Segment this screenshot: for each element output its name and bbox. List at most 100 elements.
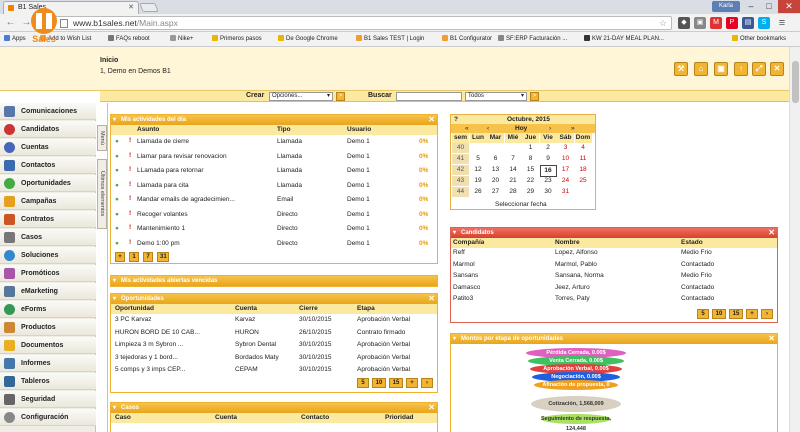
select-date-link[interactable]: Seleccionar fecha	[495, 200, 547, 209]
candidate-company[interactable]: Patito3	[453, 294, 473, 304]
sidebar-item-contratos[interactable]: Contratos	[0, 211, 96, 228]
candidate-company[interactable]: Reff	[453, 248, 465, 258]
page-size-5-button[interactable]: 5	[697, 309, 709, 319]
activity-subject[interactable]: Llamada para cita	[137, 181, 189, 191]
maximize-icon[interactable]: □	[760, 0, 778, 13]
page-size-10-button[interactable]: 10	[712, 309, 726, 319]
activity-subject[interactable]: Demo 1:00 pm	[137, 239, 180, 249]
tab-recent-items[interactable]: Últimos elementos	[97, 159, 107, 229]
prev-month-button[interactable]: ‹	[487, 124, 489, 133]
calendar-day[interactable]: 15	[522, 165, 539, 175]
lock-icon[interactable]: ▣	[714, 62, 728, 76]
opportunities-panel-header[interactable]: Oportunidades✕	[111, 294, 437, 304]
opportunity-row[interactable]: 5 comps y 3 imps CEP... CEPAM 30/10/2015 Ap…	[111, 364, 437, 376]
candidates-panel-header[interactable]: Candidatos✕	[451, 228, 777, 238]
calendar-day[interactable]: 9	[540, 154, 557, 164]
calendar-day[interactable]: 30	[540, 187, 557, 197]
view-day-button[interactable]: 1	[129, 252, 139, 262]
sidebar-item-productos[interactable]: Productos	[0, 319, 96, 336]
calendar-day[interactable]: 26	[470, 187, 487, 197]
calendar-day[interactable]: 27	[487, 187, 504, 197]
sidebar-item-informes[interactable]: Informes	[0, 355, 96, 372]
tab-menu[interactable]: Menú	[97, 125, 107, 151]
home-icon[interactable]: ⌂	[694, 62, 708, 76]
opportunity-name[interactable]: 3 tejedoras y 1 bord...	[115, 353, 178, 363]
other-bookmarks[interactable]: Other bookmarks	[732, 32, 786, 46]
sidebar-item-cuentas[interactable]: Cuentas	[0, 139, 96, 156]
profile-badge[interactable]: Karla	[712, 1, 740, 12]
next-month-button[interactable]: ›	[549, 124, 551, 133]
activities-panel-header[interactable]: Mis actividades del día✕	[111, 115, 437, 125]
close-icon[interactable]: ✕	[428, 403, 435, 413]
calendar-day[interactable]: 5	[470, 154, 487, 164]
activity-row[interactable]: ●! Llamada para cita Llamada Demo 1 0%	[111, 179, 437, 193]
calendar-day[interactable]: 20	[487, 176, 504, 186]
calendar-day[interactable]: 17	[557, 165, 574, 175]
cases-panel-header[interactable]: Casos✕	[111, 403, 437, 413]
overdue-panel-header[interactable]: Mis actividades abiertas vencidas	[111, 276, 437, 286]
page-size-15-button[interactable]: 15	[729, 309, 743, 319]
candidate-company[interactable]: Damasco	[453, 283, 480, 293]
candidate-row[interactable]: Damasco Jeez, Arturo Contactado	[451, 283, 777, 294]
activity-subject[interactable]: Mantenimiento 1	[137, 224, 185, 234]
sidebar-item-documentos[interactable]: Documentos	[0, 337, 96, 354]
extension-icon[interactable]: ▣	[694, 17, 706, 29]
calendar-day[interactable]: 2	[540, 143, 557, 153]
sidebar-item-candidatos[interactable]: Candidatos	[0, 121, 96, 138]
candidate-company[interactable]: Sansans	[453, 271, 478, 281]
menu-icon[interactable]: ≡	[776, 17, 788, 29]
bookmark-item[interactable]: Primeros pasos	[212, 32, 262, 46]
funnel-panel-header[interactable]: Montos por etapa de oportunidades✕	[451, 334, 777, 344]
calendar-day[interactable]: 28	[505, 187, 522, 197]
bookmark-item[interactable]: KW 21-DAY MEAL PLAN...	[584, 32, 664, 46]
calendar-day[interactable]: 12	[470, 165, 487, 175]
upload-icon[interactable]: ↑	[734, 62, 748, 76]
extension-icon[interactable]: ▤	[742, 17, 754, 29]
sidebar-item-soluciones[interactable]: Soluciones	[0, 247, 96, 264]
logout-icon[interactable]: ✕	[770, 62, 784, 76]
calendar-day[interactable]: 3	[557, 143, 574, 153]
gmail-icon[interactable]: M	[710, 17, 722, 29]
close-tab-icon[interactable]: ✕	[128, 2, 134, 14]
opportunity-name[interactable]: HURON BORD DE 10 CAB...	[115, 328, 200, 338]
sidebar-item-configuracion[interactable]: Configuración	[0, 409, 96, 426]
sidebar-item-campanas[interactable]: Campañas	[0, 193, 96, 210]
next-page-button[interactable]: ›	[421, 378, 433, 388]
opportunity-row[interactable]: 3 tejedoras y 1 bord... Bordados Maty 30/1…	[111, 352, 437, 364]
bookmark-item[interactable]: Nike+	[170, 32, 194, 46]
today-button[interactable]: Hoy	[515, 124, 527, 133]
next-page-button[interactable]: ›	[761, 309, 773, 319]
activity-row[interactable]: ●! Llamada de cierre Llamada Demo 1 0%	[111, 135, 437, 149]
activity-row[interactable]: ●! Demo 1:00 pm Directo Demo 1 0%	[111, 237, 437, 251]
close-window-icon[interactable]: ✕	[778, 0, 800, 13]
activity-row[interactable]: ●! Recoger volantes Directo Demo 1 0%	[111, 208, 437, 222]
page-size-15-button[interactable]: 15	[389, 378, 403, 388]
sidebar-item-tableros[interactable]: Tableros	[0, 373, 96, 390]
opportunity-name[interactable]: 5 comps y 3 imps CEP...	[115, 365, 185, 375]
pinterest-icon[interactable]: P	[726, 17, 738, 29]
bookmark-item[interactable]: B1 Sales TEST | Login	[356, 32, 424, 46]
calendar-day[interactable]: 4	[575, 143, 592, 153]
activity-subject[interactable]: Llamar para revisar renovacion	[137, 152, 227, 162]
activity-subject[interactable]: LLamada para retornar	[137, 166, 204, 176]
bookmark-item[interactable]: SF:ERP Facturación ...	[498, 32, 567, 46]
create-go-button[interactable]: >	[336, 92, 345, 101]
url-field[interactable]: www.b1sales.net/Main.aspx ☆	[54, 16, 672, 30]
view-month-button[interactable]: 31	[157, 252, 169, 262]
calendar-day[interactable]: 13	[487, 165, 504, 175]
activity-row[interactable]: ●! Llamar para revisar renovacion Llamada D…	[111, 150, 437, 164]
activity-subject[interactable]: Llamada de cierre	[137, 137, 189, 147]
page-size-5-button[interactable]: 5	[357, 378, 369, 388]
calendar-day[interactable]: 23	[540, 176, 557, 186]
view-week-button[interactable]: 7	[143, 252, 153, 262]
activity-subject[interactable]: Mandar emails de agradecimien...	[137, 195, 235, 205]
opportunity-name[interactable]: Limpieza 3 m Sybron ...	[115, 340, 183, 350]
page-scrollbar[interactable]	[789, 47, 800, 432]
prev-year-button[interactable]: «	[465, 124, 469, 133]
add-button[interactable]: +	[406, 378, 418, 388]
next-year-button[interactable]: »	[571, 124, 575, 133]
calendar-help-button[interactable]: ?	[454, 115, 458, 124]
calendar-day[interactable]: 18	[575, 165, 592, 175]
opportunity-row[interactable]: 3 PC Karvaz Karvaz 30/10/2015 Aprobación Ve…	[111, 314, 437, 326]
tools-icon[interactable]: ⚒	[674, 62, 688, 76]
